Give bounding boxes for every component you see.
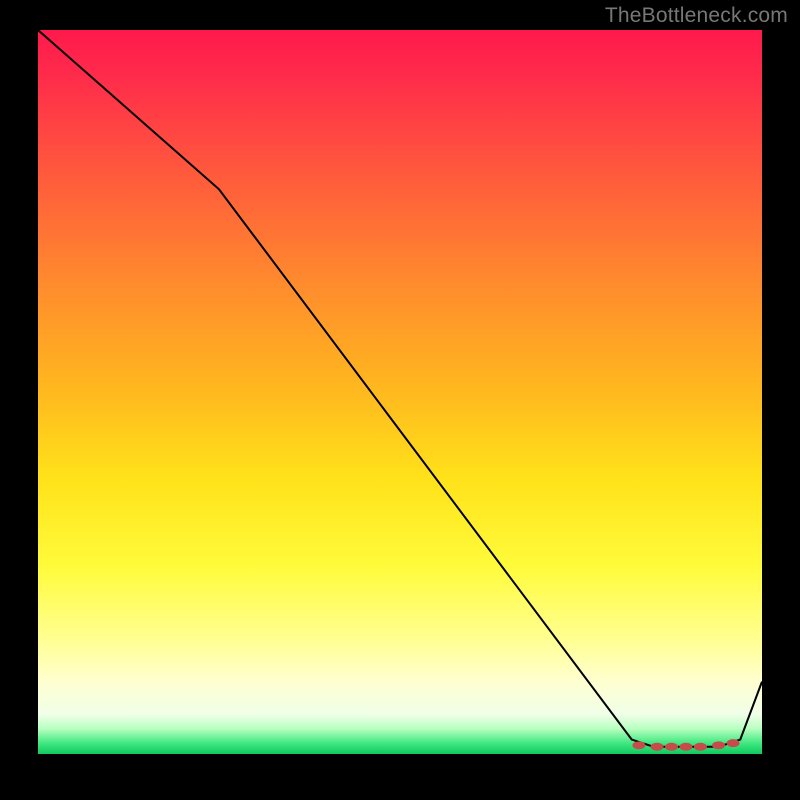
marker-point	[679, 743, 692, 751]
chart-curve	[38, 30, 762, 754]
marker-point	[727, 739, 740, 747]
watermark-text: TheBottleneck.com	[605, 4, 788, 28]
marker-point	[665, 743, 678, 751]
marker-point	[651, 743, 664, 751]
chart-frame: TheBottleneck.com	[0, 0, 800, 800]
marker-point	[632, 741, 645, 749]
plot-area	[38, 30, 762, 762]
line-series	[38, 30, 762, 747]
marker-point	[712, 741, 725, 749]
marker-point	[694, 743, 707, 751]
